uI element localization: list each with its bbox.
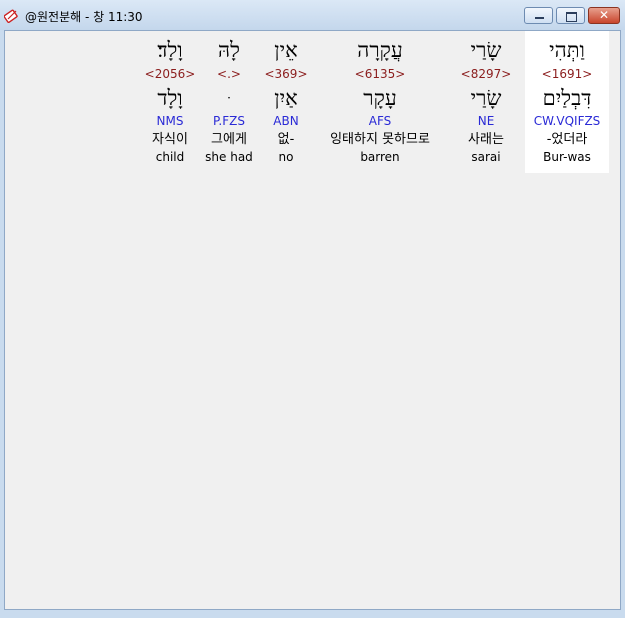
korean-gloss: -었더라 [546,132,588,147]
window-title: @원전분해 - 창 11:30 [25,10,143,24]
strong-number: <1691> [541,67,593,81]
morph-code: AFS [368,114,392,128]
interlinear-panel: וַתְּהִי <1691> דִּבְלַיִם CW.VQIFZS -었더… [4,30,621,610]
morph-code: ABN [273,114,299,128]
strong-number: <.> [217,67,241,81]
strong-number: <369> [264,67,308,81]
english-gloss: Bur-was [543,150,591,164]
strong-number: <2056> [144,67,196,81]
maximize-icon [566,12,577,22]
english-gloss: no [278,150,294,164]
lemma-word: אַיִן [274,86,298,110]
close-icon: ✕ [598,8,610,22]
hebrew-word: עֲקָרָה [357,38,403,62]
app-icon [4,9,18,23]
korean-gloss: 자식이 [152,132,188,147]
hebrew-word: וָלָד׃ [157,38,183,62]
lemma-word: עָקָר [363,86,397,110]
lemma-word: וָלָד [157,86,183,110]
strong-number: <6135> [354,67,406,81]
hebrew-word: וַתְּהִי [549,38,585,62]
morph-code: NMS [156,114,184,128]
hebrew-word: לָהּ [218,38,240,62]
morph-code: NE [477,114,495,128]
hebrew-word: אֵין [274,38,298,62]
english-gloss: sarai [471,150,501,164]
english-gloss: child [155,150,185,164]
word-column-3[interactable]: עֲקָרָה <6135> עָקָר AFS 잉태하지 못하므로 barre… [315,31,445,173]
korean-gloss: 잉태하지 못하므로 [330,132,430,147]
english-gloss: barren [360,150,400,164]
close-button[interactable]: ✕ [588,7,620,24]
word-column-5[interactable]: לָהּ <.> ּ P.FZS 그에게 she had [201,31,257,173]
hebrew-word: שָׂרַי [470,38,502,62]
word-column-4[interactable]: אֵין <369> אַיִן ABN 없- no [261,31,311,173]
window-bottom-frame [0,610,625,618]
lemma-word: ּ [201,85,257,111]
strong-number: <8297> [460,67,512,81]
lemma-word: דִּבְלַיִם [542,86,592,110]
english-gloss: she had [205,150,253,164]
minimize-button[interactable] [524,7,553,24]
morph-code: P.FZS [213,114,245,128]
korean-gloss: 사래는 [468,132,504,147]
korean-gloss: 그에게 [211,132,247,147]
word-column-1[interactable]: וַתְּהִי <1691> דִּבְלַיִם CW.VQIFZS -었더… [525,31,609,173]
maximize-button[interactable] [556,7,585,24]
minimize-icon [535,17,544,19]
korean-gloss: 없- [277,132,295,147]
word-column-6[interactable]: וָלָד׃ <2056> וָלָד NMS 자식이 child [143,31,197,173]
morph-code: CW.VQIFZS [533,114,601,128]
title-bar: @원전분해 - 창 11:30 ✕ [0,0,625,30]
lemma-word: שָׂרַי [470,86,502,110]
word-column-2[interactable]: שָׂרַי <8297> שָׂרַי NE 사래는 sarai [451,31,521,173]
